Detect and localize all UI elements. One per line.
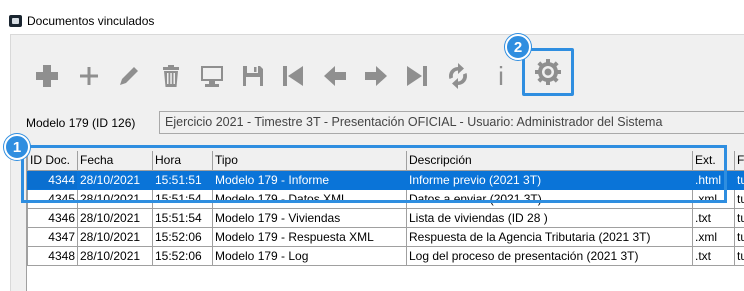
cell-id: 4345 (27, 188, 78, 209)
cell-tipo: Modelo 179 - Datos XML (212, 188, 407, 209)
last-icon (407, 66, 427, 86)
cell-ext: .txt (692, 207, 735, 228)
cell-fecha: 28/10/2021 (77, 169, 153, 190)
cell-fecha: 28/10/2021 (77, 188, 153, 209)
table-row[interactable]: 4348 28/10/2021 15:52:06 Modelo 179 - Log Lo… (27, 245, 744, 266)
previous-record-button[interactable] (320, 62, 350, 90)
cell-id: 4348 (27, 245, 78, 266)
cell-tipo: Modelo 179 - Log (212, 245, 407, 266)
app-icon (9, 15, 22, 27)
model-description-field[interactable]: Ejercicio 2021 - Timestre 3T - Presentac… (159, 111, 744, 134)
cell-fi: tu (734, 207, 744, 228)
preview-button[interactable] (197, 62, 227, 90)
refresh-button[interactable] (443, 62, 473, 90)
refresh-icon (448, 63, 468, 89)
add-bold-icon (36, 65, 58, 87)
cell-fi: tu (734, 188, 744, 209)
column-header-tipo[interactable]: Tipo (212, 151, 407, 171)
cell-id: 4347 (27, 226, 78, 247)
cell-descripcion: Datos a enviar (2021 3T) (406, 188, 693, 209)
cell-hora: 15:51:51 (152, 169, 213, 190)
cell-descripcion: Log del proceso de presentación (2021 3T… (406, 245, 693, 266)
table-row[interactable]: 4347 28/10/2021 15:52:06 Modelo 179 - Respu… (27, 226, 744, 247)
add-icon (80, 67, 98, 85)
documents-grid: ID Doc. Fecha Hora Tipo Descripción Ext.… (26, 151, 744, 291)
cell-hora: 15:51:54 (152, 188, 213, 209)
first-icon (283, 66, 303, 86)
column-header-hora[interactable]: Hora (152, 151, 213, 171)
delete-icon (163, 65, 179, 87)
cell-fecha: 28/10/2021 (77, 226, 153, 247)
column-header-id[interactable]: ID Doc. (27, 151, 78, 171)
model-label: Modelo 179 (ID 126) (26, 116, 136, 130)
cell-descripcion: Informe previo (2021 3T) (406, 169, 693, 190)
save-icon (243, 66, 263, 86)
cell-hora: 15:52:06 (152, 226, 213, 247)
title-bar: Documentos vinculados (0, 0, 744, 34)
next-record-button[interactable] (361, 62, 391, 90)
cell-fecha: 28/10/2021 (77, 207, 153, 228)
table-row[interactable]: 4346 28/10/2021 15:51:54 Modelo 179 - Vivie… (27, 207, 744, 228)
documents-table: ID Doc. Fecha Hora Tipo Descripción Ext.… (27, 151, 744, 266)
info-icon[interactable]: i (486, 61, 516, 91)
next-icon (365, 66, 387, 86)
cell-descripcion: Lista de viviendas (ID 28 ) (406, 207, 693, 228)
cell-id: 4346 (27, 207, 78, 228)
cell-fi: tu (734, 169, 744, 190)
cell-tipo: Modelo 179 - Respuesta XML (212, 226, 407, 247)
column-header-fecha[interactable]: Fecha (77, 151, 153, 171)
cell-fecha: 28/10/2021 (77, 245, 153, 266)
cell-ext: .html (692, 169, 735, 190)
cell-ext: .xml (692, 226, 735, 247)
previous-icon (324, 66, 346, 86)
last-record-button[interactable] (402, 62, 432, 90)
add-button[interactable] (74, 62, 104, 90)
edit-icon (120, 67, 138, 85)
callout-badge-grid: 1 (4, 134, 30, 160)
cell-descripcion: Respuesta de la Agencia Tributaria (2021… (406, 226, 693, 247)
window-title: Documentos vinculados (27, 14, 155, 28)
settings-icon (535, 59, 561, 85)
first-record-button[interactable] (278, 62, 308, 90)
cell-ext: .xml (692, 188, 735, 209)
column-header-ext[interactable]: Ext. (692, 151, 735, 171)
cell-fi: tu (734, 226, 744, 247)
add-bold-button[interactable] (32, 62, 62, 90)
cell-ext: .txt (692, 245, 735, 266)
delete-button[interactable] (156, 62, 186, 90)
callout-badge-settings: 2 (505, 34, 531, 60)
cell-fi: tu (734, 245, 744, 266)
save-button[interactable] (238, 62, 268, 90)
cell-id: 4344 (27, 169, 78, 190)
table-header-row: ID Doc. Fecha Hora Tipo Descripción Ext.… (27, 151, 744, 171)
table-row[interactable]: 4345 28/10/2021 15:51:54 Modelo 179 - Datos… (27, 188, 744, 209)
cell-tipo: Modelo 179 - Informe (212, 169, 407, 190)
table-row[interactable]: 4344 28/10/2021 15:51:51 Modelo 179 - Infor… (27, 169, 744, 190)
edit-button[interactable] (114, 62, 144, 90)
cell-hora: 15:51:54 (152, 207, 213, 228)
cell-hora: 15:52:06 (152, 245, 213, 266)
toolbar: i (20, 54, 580, 96)
cell-tipo: Modelo 179 - Viviendas (212, 207, 407, 228)
settings-button[interactable] (522, 48, 574, 96)
column-header-fi[interactable]: Fi (734, 151, 744, 171)
column-header-descripcion[interactable]: Descripción (406, 151, 693, 171)
monitor-icon (201, 66, 223, 87)
